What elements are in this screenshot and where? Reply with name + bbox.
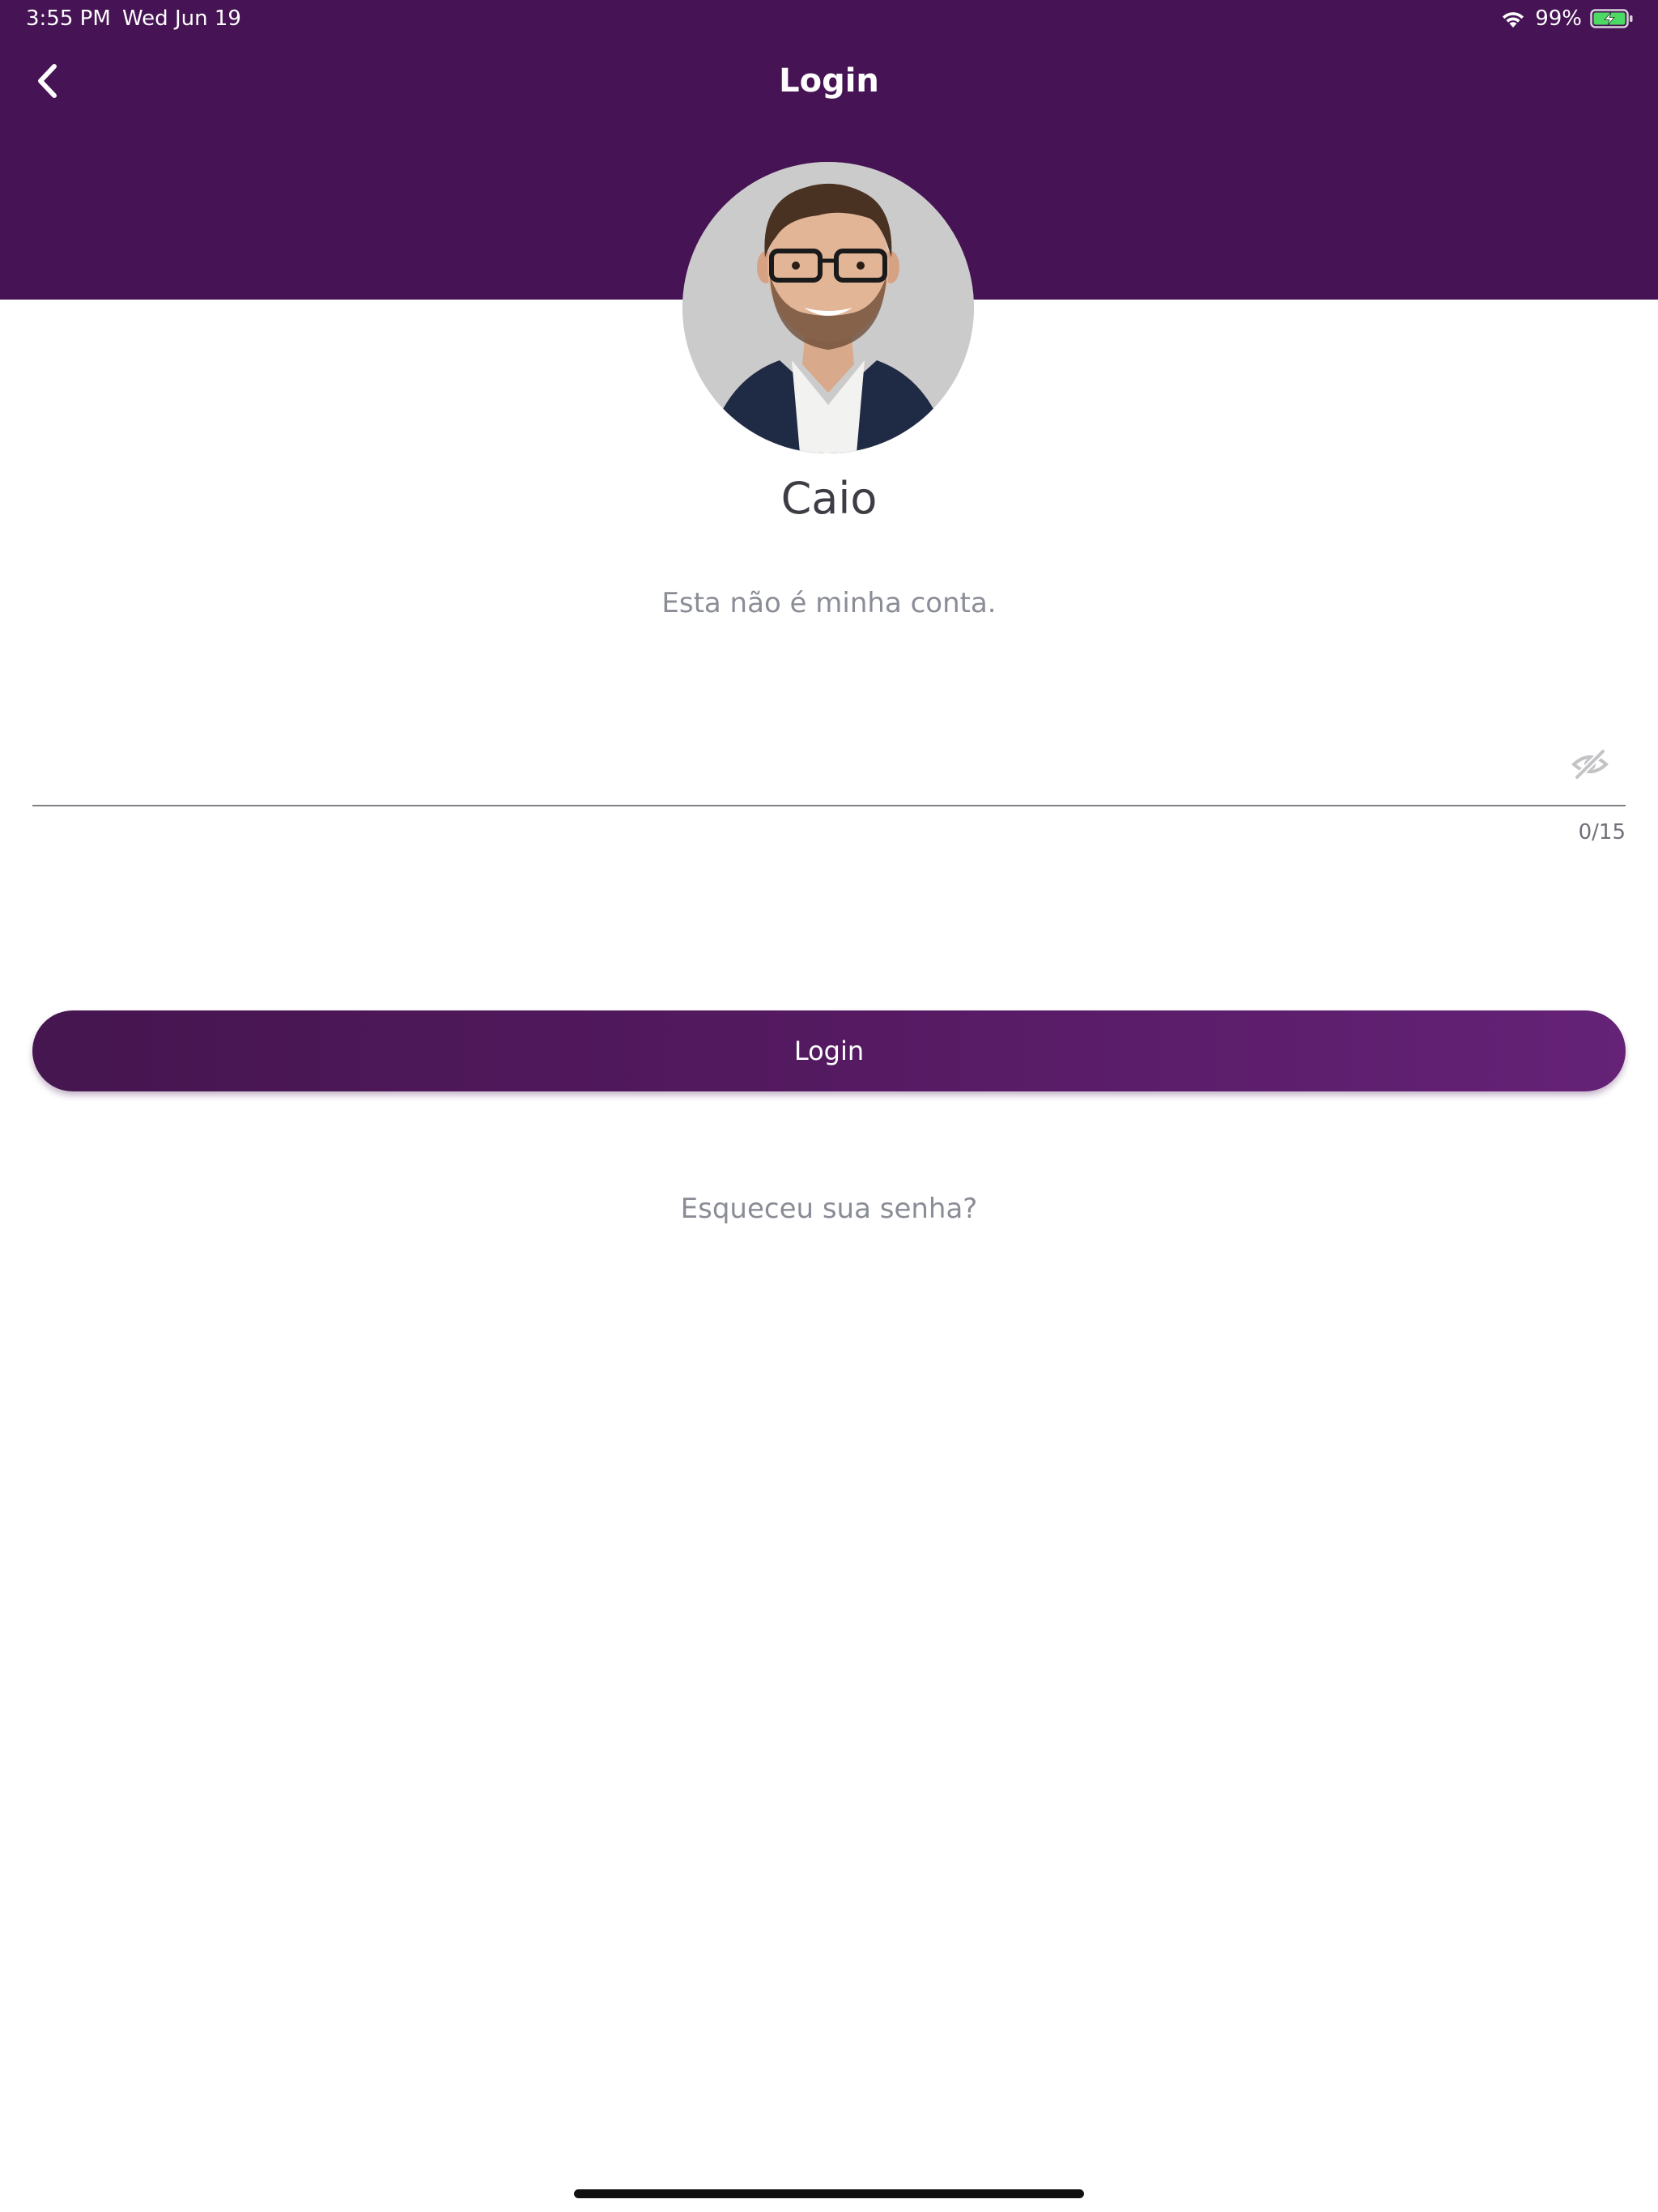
status-bar: 3:55 PM Wed Jun 19 99%	[0, 0, 1658, 39]
status-time: 3:55 PM	[26, 6, 111, 31]
login-screen: 3:55 PM Wed Jun 19 99% Login Caio Esta n…	[0, 0, 1658, 2212]
user-name: Caio	[780, 473, 878, 524]
password-input[interactable]	[32, 737, 1554, 793]
battery-percentage: 99%	[1535, 6, 1582, 31]
eye-off-icon[interactable]	[1571, 745, 1609, 784]
forgot-password-link[interactable]: Esqueceu sua senha?	[0, 1189, 1658, 1229]
password-field	[32, 721, 1626, 806]
login-button-label: Login	[793, 1036, 865, 1066]
battery-charging-icon	[1590, 8, 1634, 29]
home-indicator	[574, 2189, 1084, 2198]
page-title: Login	[779, 62, 879, 100]
status-indicators: 99%	[1499, 6, 1634, 31]
wifi-icon	[1499, 8, 1527, 29]
not-my-account-link[interactable]: Esta não é minha conta.	[0, 583, 1658, 623]
status-date: Wed Jun 19	[122, 6, 241, 31]
login-button[interactable]: Login	[32, 1010, 1626, 1091]
avatar	[682, 162, 974, 453]
character-counter: 0/15	[1578, 820, 1626, 844]
